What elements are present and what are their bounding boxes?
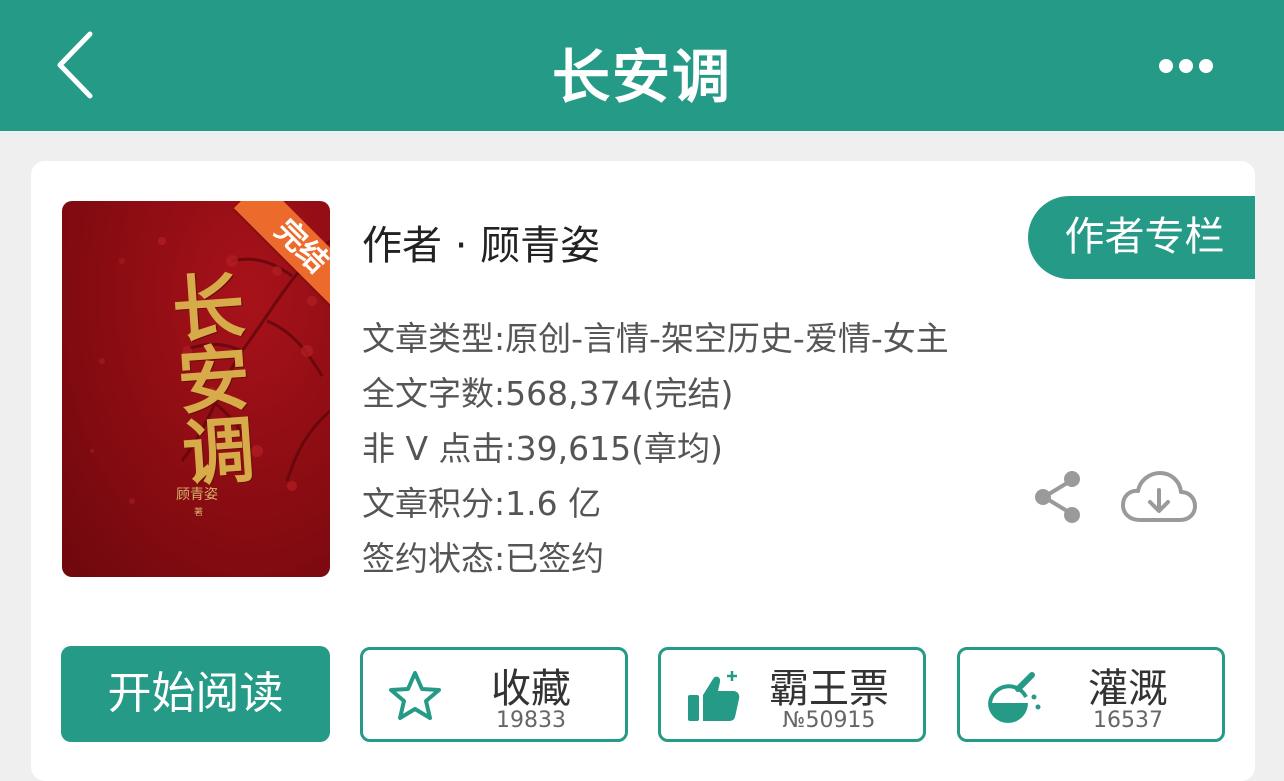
- thumbs-up-icon: [688, 671, 740, 721]
- favorite-count: 19833: [496, 708, 566, 733]
- info-word-count: 全文字数:568,374(完结): [362, 374, 734, 413]
- more-button[interactable]: [1156, 52, 1216, 80]
- more-dots-icon: [1159, 59, 1213, 73]
- start-reading-button[interactable]: 开始阅读: [61, 646, 330, 742]
- info-non-v-clicks: 非 V 点击:39,615(章均): [362, 429, 723, 468]
- completed-ribbon-label: 完结: [233, 201, 330, 309]
- page-title: 长安调: [551, 43, 732, 111]
- vote-button[interactable]: 霸王票 №50915: [658, 647, 926, 742]
- vote-label: 霸王票: [769, 666, 889, 712]
- author-name[interactable]: 作者 · 顾青姿: [362, 213, 600, 271]
- cover-zhu-mark: 著: [194, 508, 204, 518]
- watering-flask-icon: [988, 672, 1041, 723]
- favorite-button[interactable]: 收藏 19833: [360, 647, 628, 742]
- info-article-type: 文章类型:原创-言情-架空历史-爱情-女主: [362, 319, 949, 358]
- completed-ribbon: 完结: [222, 201, 330, 309]
- download-button[interactable]: [1120, 470, 1198, 526]
- navigation-bar: 长安调: [0, 0, 1284, 131]
- info-signing-status: 签约状态:已签约: [362, 539, 605, 578]
- water-button[interactable]: 灌溉 16537: [957, 647, 1225, 742]
- share-icon: [1035, 471, 1080, 523]
- star-icon: [389, 671, 441, 720]
- vote-count: №50915: [782, 708, 876, 733]
- share-button[interactable]: [1032, 470, 1084, 524]
- cloud-download-icon: [1121, 471, 1197, 522]
- cover-author: 顾青姿: [176, 487, 218, 503]
- info-score: 文章积分:1.6 亿: [362, 484, 602, 523]
- author-column-button[interactable]: 作者专栏: [1028, 196, 1255, 279]
- water-count: 16537: [1093, 708, 1163, 733]
- water-label: 灌溉: [1088, 666, 1168, 712]
- favorite-label: 收藏: [491, 666, 571, 712]
